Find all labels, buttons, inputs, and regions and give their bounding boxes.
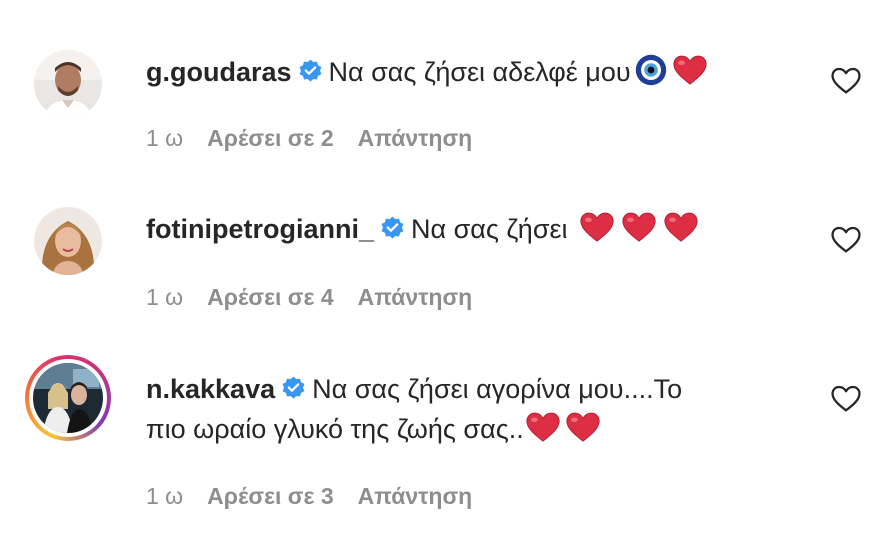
comment-item: n.kakkava Να σας ζήσει αγορίνα μου....Το … [0, 0, 880, 540]
comment-likes-link[interactable]: Αρέσει σε 3 [207, 483, 333, 509]
avatar[interactable] [33, 363, 103, 433]
username-link[interactable]: n.kakkava [146, 374, 275, 404]
story-ring[interactable] [25, 355, 111, 441]
red-heart-emoji [566, 412, 600, 443]
comment-time[interactable]: 1 ω [146, 483, 183, 509]
comment-line: n.kakkava Να σας ζήσει αγορίνα μου....Το [146, 367, 770, 411]
reply-button[interactable]: Απάντηση [358, 483, 473, 509]
comment-text: Να σας ζήσει αγορίνα μου....Το [312, 374, 683, 404]
comments-list: g.goudaras Να σας ζήσει αδελφέ μου 1 ω Αρέ… [0, 0, 880, 540]
red-heart-emoji [526, 412, 560, 443]
verified-badge-icon [281, 376, 306, 401]
comment-text: πιο ωραίο γλυκό της ζωής σας.. [146, 414, 524, 444]
comment-meta: 1 ω Αρέσει σε 3 Απάντηση [146, 483, 496, 510]
comment-line: πιο ωραίο γλυκό της ζωής σας.. [146, 407, 770, 451]
like-heart-icon[interactable] [829, 382, 863, 416]
